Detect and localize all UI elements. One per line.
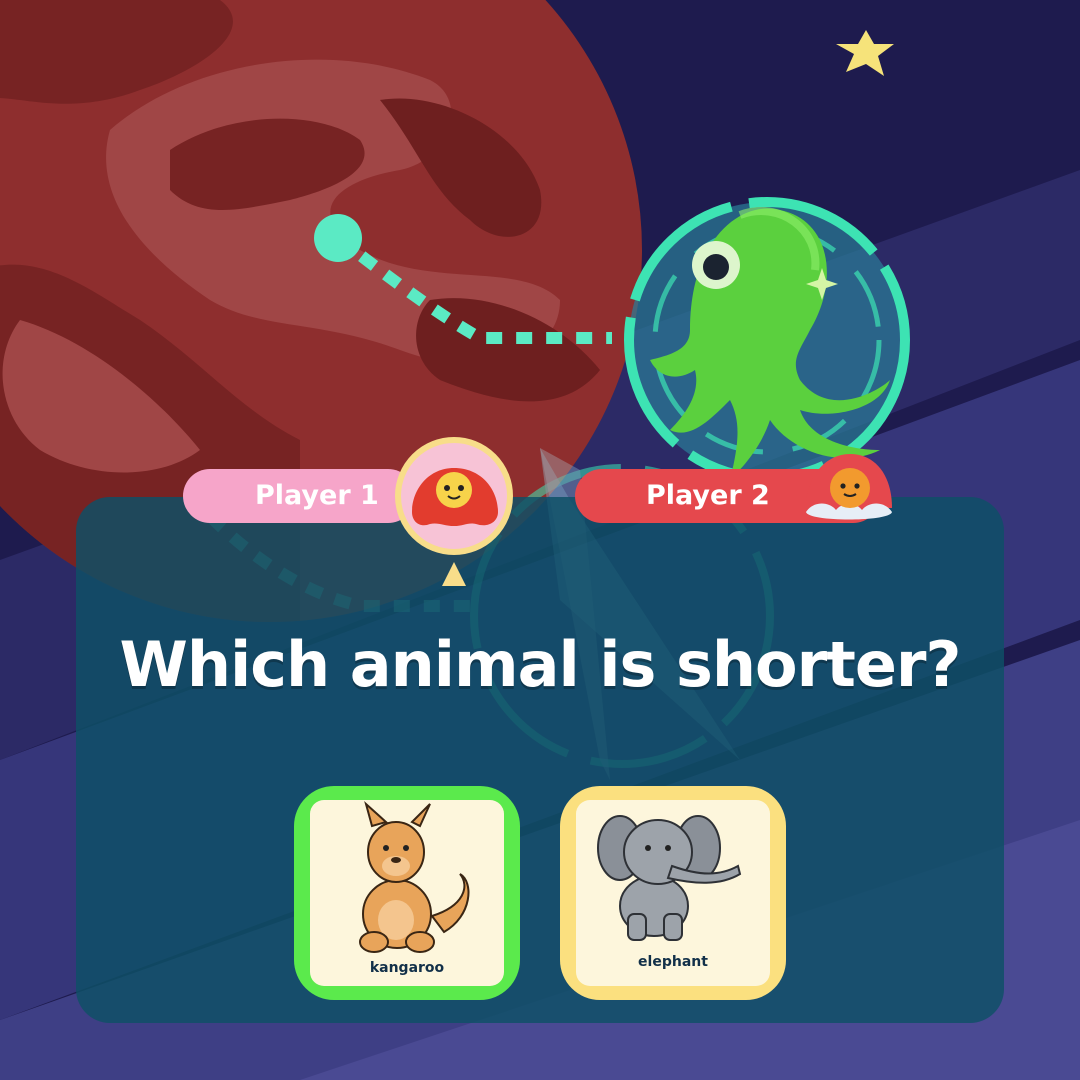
question-text: Which animal is shorter?: [119, 628, 962, 701]
answer-card-kangaroo[interactable]: kangaroo: [294, 786, 520, 1000]
turn-indicator-icon: [442, 562, 466, 586]
player-2-avatar: [806, 454, 892, 520]
question-panel: [76, 497, 1004, 1023]
answer-label-kangaroo: kangaroo: [369, 960, 445, 976]
answer-label-elephant: elephant: [638, 954, 708, 970]
orange-blob-avatar-icon: [806, 454, 892, 520]
player-1-label: Player 1: [255, 480, 379, 511]
player-1-avatar: [395, 437, 513, 586]
player-2-label: Player 2: [646, 480, 770, 511]
octopus-alien-portal: [624, 197, 910, 483]
answer-card-elephant[interactable]: elephant: [560, 786, 786, 1000]
